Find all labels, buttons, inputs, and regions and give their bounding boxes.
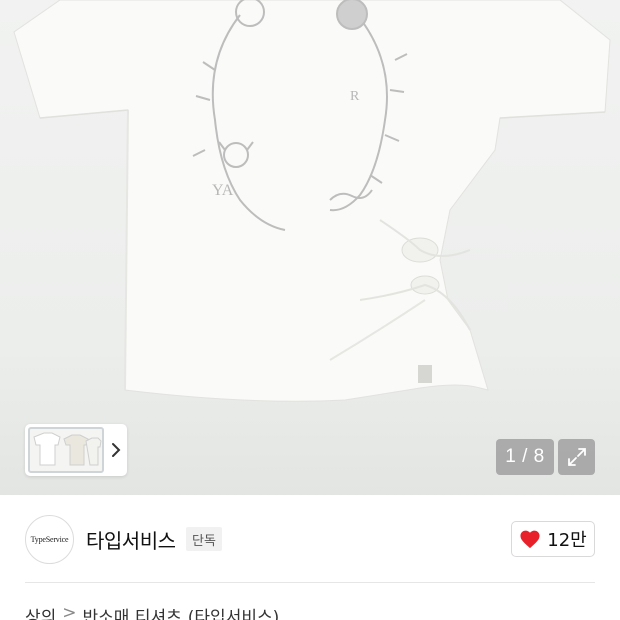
thumbnail-next-button[interactable]	[105, 424, 127, 476]
svg-text:R: R	[350, 89, 360, 104]
heart-icon	[520, 530, 540, 549]
breadcrumb-item-subcategory[interactable]: 반소매 티셔츠	[83, 603, 182, 620]
like-button[interactable]: 12만	[511, 521, 595, 557]
like-count: 12만	[547, 530, 587, 551]
brand-row: TypeService 타입서비스 단독 12만	[0, 495, 620, 585]
product-image: YA R	[13, 0, 611, 402]
breadcrumb-separator: >	[62, 603, 77, 620]
divider	[25, 582, 595, 583]
svg-text:YA: YA	[212, 182, 234, 199]
breadcrumb-item-brand[interactable]: (타입서비스)	[188, 603, 279, 620]
chevron-right-icon	[112, 443, 121, 457]
thumbnail-strip	[25, 424, 127, 476]
thumbnail-image[interactable]	[28, 427, 104, 473]
product-detail-page: YA R 1 / 8 TypeService 타입서비스 단독 12만 상의 >…	[0, 0, 620, 620]
product-image-gallery[interactable]: YA R 1 / 8	[0, 0, 620, 495]
breadcrumb: 상의 > 반소매 티셔츠 (타입서비스)	[25, 603, 279, 620]
expand-icon	[567, 448, 586, 466]
image-counter: 1 / 8	[496, 439, 554, 475]
brand-logo[interactable]: TypeService	[25, 515, 74, 564]
expand-button[interactable]	[558, 439, 595, 475]
exclusive-badge: 단독	[186, 527, 222, 551]
brand-name[interactable]: 타입서비스	[86, 525, 176, 554]
thumbnail-shirts-icon	[33, 432, 102, 466]
breadcrumb-item-category[interactable]: 상의	[25, 603, 56, 620]
brand-logo-text: TypeService	[30, 535, 69, 544]
